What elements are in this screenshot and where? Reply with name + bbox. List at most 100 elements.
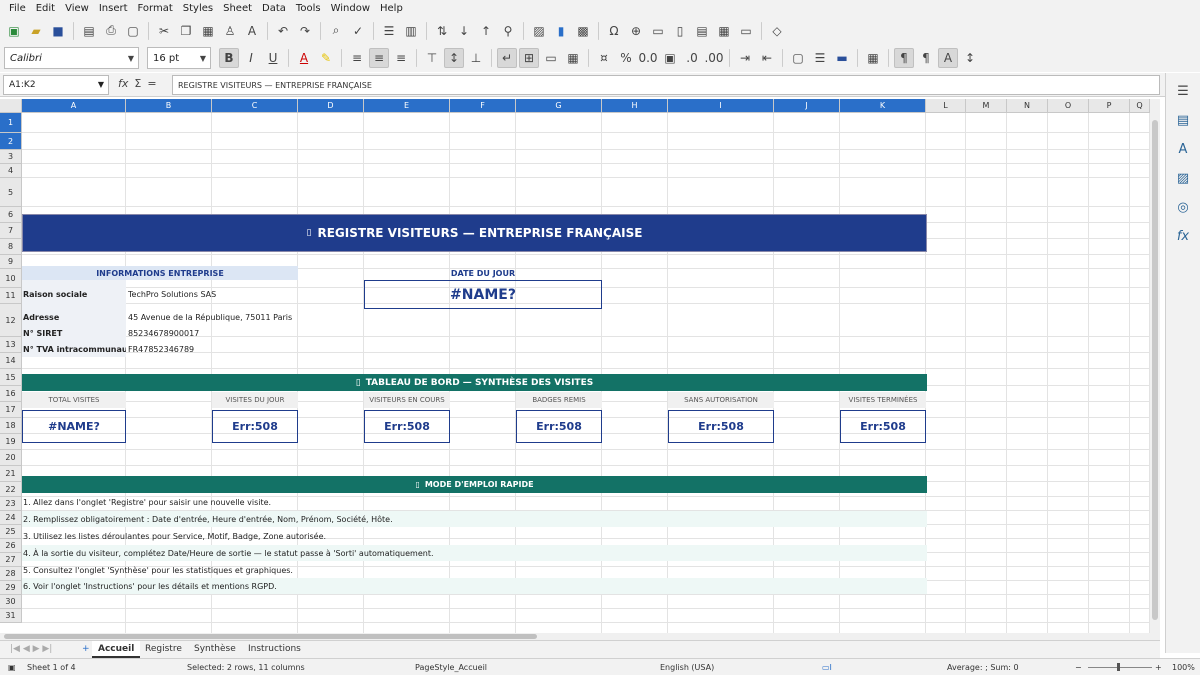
horizontal-scroll-thumb[interactable]: [4, 634, 537, 639]
row-header-31[interactable]: 31: [0, 609, 22, 623]
currency-icon[interactable]: ¤: [594, 48, 614, 68]
unmerge-cells-icon[interactable]: ▦: [563, 48, 583, 68]
underline-icon[interactable]: U: [263, 48, 283, 68]
row-header-22[interactable]: 22: [0, 482, 22, 497]
column-icon[interactable]: ▥: [401, 21, 421, 41]
howto-step[interactable]: 4. À la sortie du visiteur, complétez Da…: [22, 545, 927, 561]
menu-edit[interactable]: Edit: [31, 3, 60, 14]
kpi-label[interactable]: BADGES REMIS: [516, 392, 602, 408]
styles-icon[interactable]: A: [1173, 139, 1193, 159]
menu-styles[interactable]: Styles: [178, 3, 218, 14]
row-header-4[interactable]: 4: [0, 164, 22, 178]
kpi-label[interactable]: VISITES DU JOUR: [212, 392, 298, 408]
font-color-icon[interactable]: A: [294, 48, 314, 68]
tab-accueil[interactable]: Accueil: [92, 641, 141, 658]
kpi-value[interactable]: #NAME?: [22, 410, 126, 443]
selection-mode-icon[interactable]: ▭I: [822, 663, 832, 672]
howto-step[interactable]: 1. Allez dans l'onglet 'Registre' pour s…: [22, 494, 927, 510]
column-header-k[interactable]: K: [840, 99, 926, 113]
chevron-down-icon[interactable]: ▼: [200, 54, 206, 63]
hyperlink-icon[interactable]: ⊕: [626, 21, 646, 41]
menu-help[interactable]: Help: [375, 3, 408, 14]
info-label-siret[interactable]: N° SIRET: [22, 325, 126, 341]
menu-tools[interactable]: Tools: [291, 3, 326, 14]
spreadsheet-grid[interactable]: ABCDEFGHIJKLMNOPQ 1 2 3 4 5 6 7 8 9 10 11 12 13 14 15 1…: [0, 99, 1160, 633]
kpi-value[interactable]: Err:508: [212, 410, 298, 443]
align-top-icon[interactable]: ⊤: [422, 48, 442, 68]
kpi-value[interactable]: Err:508: [364, 410, 450, 443]
row-header-1[interactable]: 1: [0, 113, 22, 133]
gallery-icon[interactable]: ▨: [1173, 168, 1193, 188]
row-header-20[interactable]: 20: [0, 450, 22, 466]
menu-data[interactable]: Data: [257, 3, 291, 14]
info-header[interactable]: INFORMATIONS ENTREPRISE: [22, 266, 298, 280]
align-bottom-icon[interactable]: ⊥: [466, 48, 486, 68]
navigator-icon[interactable]: ◎: [1173, 197, 1193, 217]
formula-icon[interactable]: =: [147, 77, 156, 90]
cut-icon[interactable]: ✂: [154, 21, 174, 41]
hamburger-icon[interactable]: ☰: [1173, 81, 1193, 101]
info-label-tva[interactable]: N° TVA intracommunautaire: [22, 341, 126, 357]
kpi-label[interactable]: SANS AUTORISATION: [668, 392, 774, 408]
column-header-d[interactable]: D: [298, 99, 364, 113]
kpi-label[interactable]: VISITEURS EN COURS: [364, 392, 450, 408]
document-modified-icon[interactable]: ▣: [8, 663, 16, 672]
border-color-icon[interactable]: ▬: [832, 48, 852, 68]
sum-icon[interactable]: Σ: [134, 77, 141, 90]
row-icon[interactable]: ☰: [379, 21, 399, 41]
text-vertical-icon[interactable]: ↕: [960, 48, 980, 68]
row-header-29[interactable]: 29: [0, 581, 22, 595]
comment-icon[interactable]: ▭: [648, 21, 668, 41]
row-header-11[interactable]: 11: [0, 288, 22, 304]
merge-center-icon[interactable]: ⊞: [519, 48, 539, 68]
define-print-area-icon[interactable]: ▤: [692, 21, 712, 41]
column-header-h[interactable]: H: [602, 99, 668, 113]
zoom-out-icon[interactable]: −: [1075, 663, 1082, 672]
howto-header[interactable]: ▯ MODE D'EMPLOI RAPIDE: [22, 476, 927, 493]
sort-icon[interactable]: ⇅: [432, 21, 452, 41]
tab-nav-arrows-icon[interactable]: |◀ ◀ ▶ ▶|: [4, 641, 58, 658]
menu-format[interactable]: Format: [133, 3, 178, 14]
highlighting-icon[interactable]: ✎: [316, 48, 336, 68]
row-header-18[interactable]: 18: [0, 418, 22, 434]
column-header-p[interactable]: P: [1089, 99, 1130, 113]
wrap-text-icon[interactable]: ↵: [497, 48, 517, 68]
formula-input[interactable]: REGISTRE VISITEURS — ENTREPRISE FRANÇAIS…: [172, 75, 1160, 95]
function-wizard-icon[interactable]: fx: [118, 77, 128, 90]
kpi-label[interactable]: TOTAL VISITES: [22, 392, 126, 408]
column-header-n[interactable]: N: [1007, 99, 1048, 113]
border-style-icon[interactable]: ☰: [810, 48, 830, 68]
special-character-icon[interactable]: Ω: [604, 21, 624, 41]
find-replace-icon[interactable]: ⌕: [326, 21, 346, 41]
column-header-l[interactable]: L: [926, 99, 966, 113]
status-pagestyle[interactable]: PageStyle_Accueil: [415, 663, 487, 672]
info-label-adresse[interactable]: Adresse: [22, 309, 126, 325]
menu-view[interactable]: View: [60, 3, 94, 14]
tab-registre[interactable]: Registre: [139, 641, 188, 658]
zoom-slider-thumb[interactable]: [1117, 663, 1120, 671]
row-header-16[interactable]: 16: [0, 386, 22, 402]
info-value-siret[interactable]: 85234678900017: [127, 325, 297, 341]
column-header-e[interactable]: E: [364, 99, 450, 113]
info-value-adresse[interactable]: 45 Avenue de la République, 75011 Paris: [127, 309, 357, 325]
decrease-indent-icon[interactable]: ⇤: [757, 48, 777, 68]
functions-icon[interactable]: fx: [1173, 226, 1193, 246]
print-icon[interactable]: ⎙: [101, 21, 121, 41]
sort-ascending-icon[interactable]: ↓: [454, 21, 474, 41]
column-header-a[interactable]: A: [22, 99, 126, 113]
new-icon[interactable]: ▣: [4, 21, 24, 41]
date-header[interactable]: DATE DU JOUR: [364, 266, 602, 280]
howto-step[interactable]: 3. Utilisez les listes déroulantes pour …: [22, 528, 927, 544]
row-header-3[interactable]: 3: [0, 150, 22, 164]
row-header-8[interactable]: 8: [0, 239, 22, 255]
open-icon[interactable]: ▰: [26, 21, 46, 41]
copy-icon[interactable]: ❐: [176, 21, 196, 41]
row-header-26[interactable]: 26: [0, 539, 22, 553]
row-header-9[interactable]: 9: [0, 255, 22, 269]
kpi-value[interactable]: Err:508: [516, 410, 602, 443]
column-header-o[interactable]: O: [1048, 99, 1089, 113]
dashboard-header[interactable]: ▯ TABLEAU DE BORD — SYNTHÈSE DES VISITES: [22, 374, 927, 391]
insert-image-icon[interactable]: ▨: [529, 21, 549, 41]
zoom-in-icon[interactable]: +: [1155, 663, 1162, 672]
info-value-raison[interactable]: TechPro Solutions SAS: [127, 280, 297, 309]
